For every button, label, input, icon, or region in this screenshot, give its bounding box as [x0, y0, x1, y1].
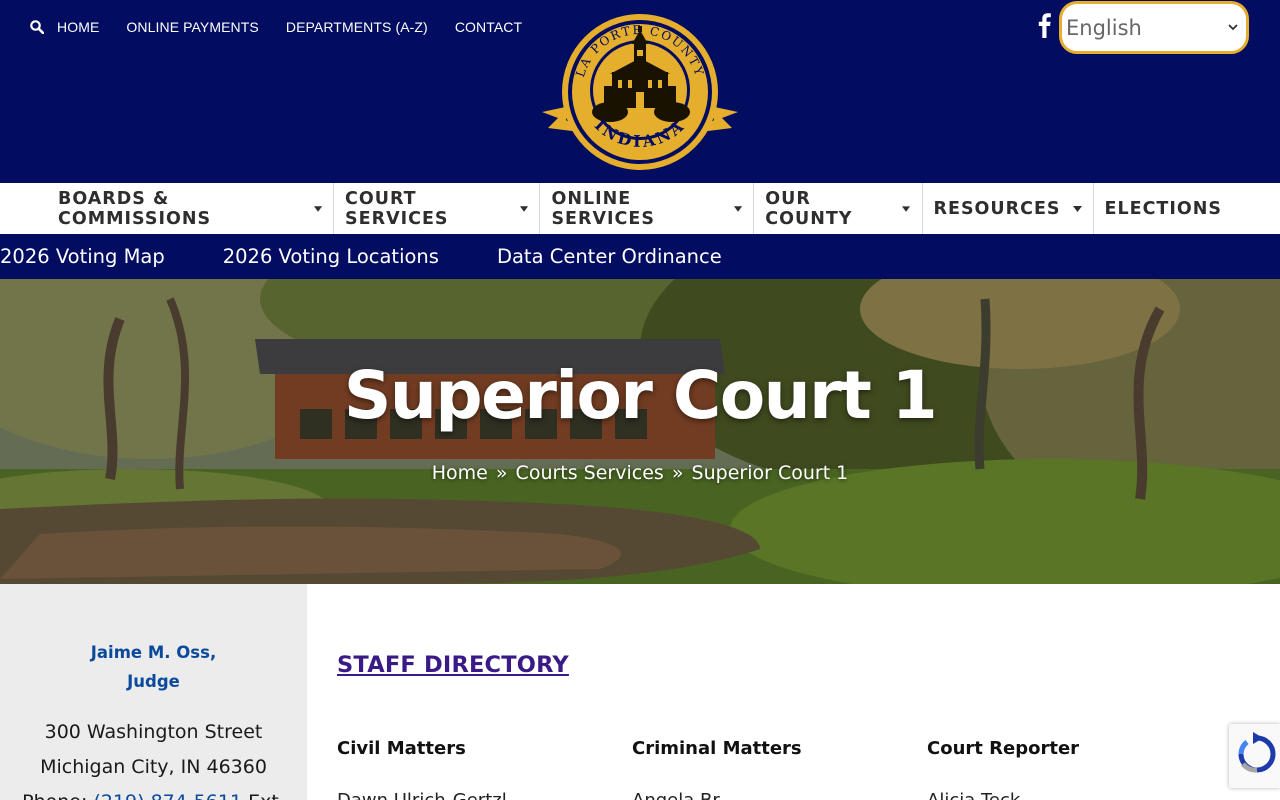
sidebar: Jaime M. Oss, Judge 300 Washington Stree…: [0, 584, 307, 800]
chevron-down-icon: [1228, 24, 1238, 31]
main-nav-our-county[interactable]: OUR COUNTY: [754, 183, 923, 234]
ticker-link-voting-locations[interactable]: 2026 Voting Locations: [223, 245, 439, 268]
caret-down-icon: [734, 205, 743, 212]
news-ticker: 2026 Voting Map 2026 Voting Locations Da…: [0, 234, 1280, 279]
utility-nav: HOME ONLINE PAYMENTS DEPARTMENTS (A-Z) C…: [30, 17, 549, 37]
language-select-value: English: [1066, 15, 1142, 40]
recaptcha-badge[interactable]: [1229, 724, 1280, 788]
recaptcha-icon: [1238, 732, 1276, 773]
main-nav-boards[interactable]: BOARDS & COMMISSIONS: [0, 183, 335, 234]
language-select[interactable]: English: [1059, 1, 1249, 54]
caret-down-icon: [902, 205, 911, 212]
breadcrumb-home-link[interactable]: Home: [432, 462, 488, 484]
staff-entry: Alicia Teck...: [927, 790, 1037, 800]
civil-matters-heading: Civil Matters: [337, 738, 466, 759]
main-nav-label: ELECTIONS: [1104, 198, 1222, 219]
ticker-link-data-center-ordinance[interactable]: Data Center Ordinance: [497, 245, 722, 268]
main-nav-label: COURT SERVICES: [345, 188, 449, 229]
breadcrumb-separator: »: [495, 462, 508, 484]
address-line-1: 300 Washington Street: [44, 721, 263, 743]
phone-label: Phone:: [22, 791, 87, 800]
site-header: HOME ONLINE PAYMENTS DEPARTMENTS (A-Z) C…: [0, 0, 1280, 183]
main-nav-elections[interactable]: ELECTIONS: [1094, 183, 1280, 234]
staff-entry: Angela Br...: [632, 790, 735, 800]
main-nav-label: BOARDS & COMMISSIONS: [58, 188, 212, 229]
nav-contact-link[interactable]: CONTACT: [455, 19, 522, 35]
breadcrumb-current: Superior Court 1: [691, 462, 849, 484]
nav-departments-link[interactable]: DEPARTMENTS (A-Z): [286, 19, 428, 35]
main-nav-label: RESOURCES: [933, 198, 1061, 219]
criminal-matters-heading: Criminal Matters: [632, 738, 802, 759]
phone-link[interactable]: (219) 874-5611: [93, 791, 242, 800]
main-nav-label: ONLINE SERVICES: [551, 188, 655, 229]
facebook-icon[interactable]: [1036, 12, 1052, 38]
staff-entry: Dawn Ulrich-Gertzl...: [337, 790, 524, 800]
breadcrumb-section-link[interactable]: Courts Services: [516, 462, 664, 484]
phone-line: Phone: (219) 874-5611 Ext.: [0, 791, 307, 800]
main-nav: BOARDS & COMMISSIONS COURT SERVICES ONLI…: [0, 183, 1280, 234]
judge-title: Judge: [127, 672, 180, 691]
phone-ext-label: Ext.: [248, 791, 285, 800]
judge-name: Jaime M. Oss,: [90, 643, 217, 662]
main-nav-label: OUR COUNTY: [765, 188, 853, 229]
address-line-2: Michigan City, IN 46360: [40, 756, 267, 778]
judge-info: Jaime M. Oss, Judge: [0, 638, 307, 696]
main-nav-online-services[interactable]: ONLINE SERVICES: [540, 183, 755, 234]
staff-directory-heading[interactable]: STAFF DIRECTORY: [337, 652, 569, 678]
nav-online-payments-link[interactable]: ONLINE PAYMENTS: [126, 19, 258, 35]
county-seal-logo[interactable]: LA PORTE COUNTY INDIANA: [540, 12, 740, 176]
caret-down-icon: [313, 205, 323, 212]
hero-banner: Superior Court 1 Home » Courts Services …: [0, 279, 1280, 584]
search-icon[interactable]: [30, 20, 44, 34]
breadcrumb-separator: »: [671, 462, 684, 484]
caret-down-icon: [1072, 205, 1082, 212]
court-reporter-heading: Court Reporter: [927, 738, 1080, 759]
ticker-link-voting-map[interactable]: 2026 Voting Map: [0, 245, 165, 268]
main-nav-resources[interactable]: RESOURCES: [923, 183, 1094, 234]
page-title: Superior Court 1: [343, 357, 938, 434]
main-nav-court-services[interactable]: COURT SERVICES: [334, 183, 541, 234]
caret-down-icon: [520, 205, 529, 212]
breadcrumb: Home » Courts Services » Superior Court …: [0, 462, 1280, 484]
nav-home-link[interactable]: HOME: [57, 19, 99, 35]
main-content: STAFF DIRECTORY Civil Matters Criminal M…: [307, 584, 1280, 800]
